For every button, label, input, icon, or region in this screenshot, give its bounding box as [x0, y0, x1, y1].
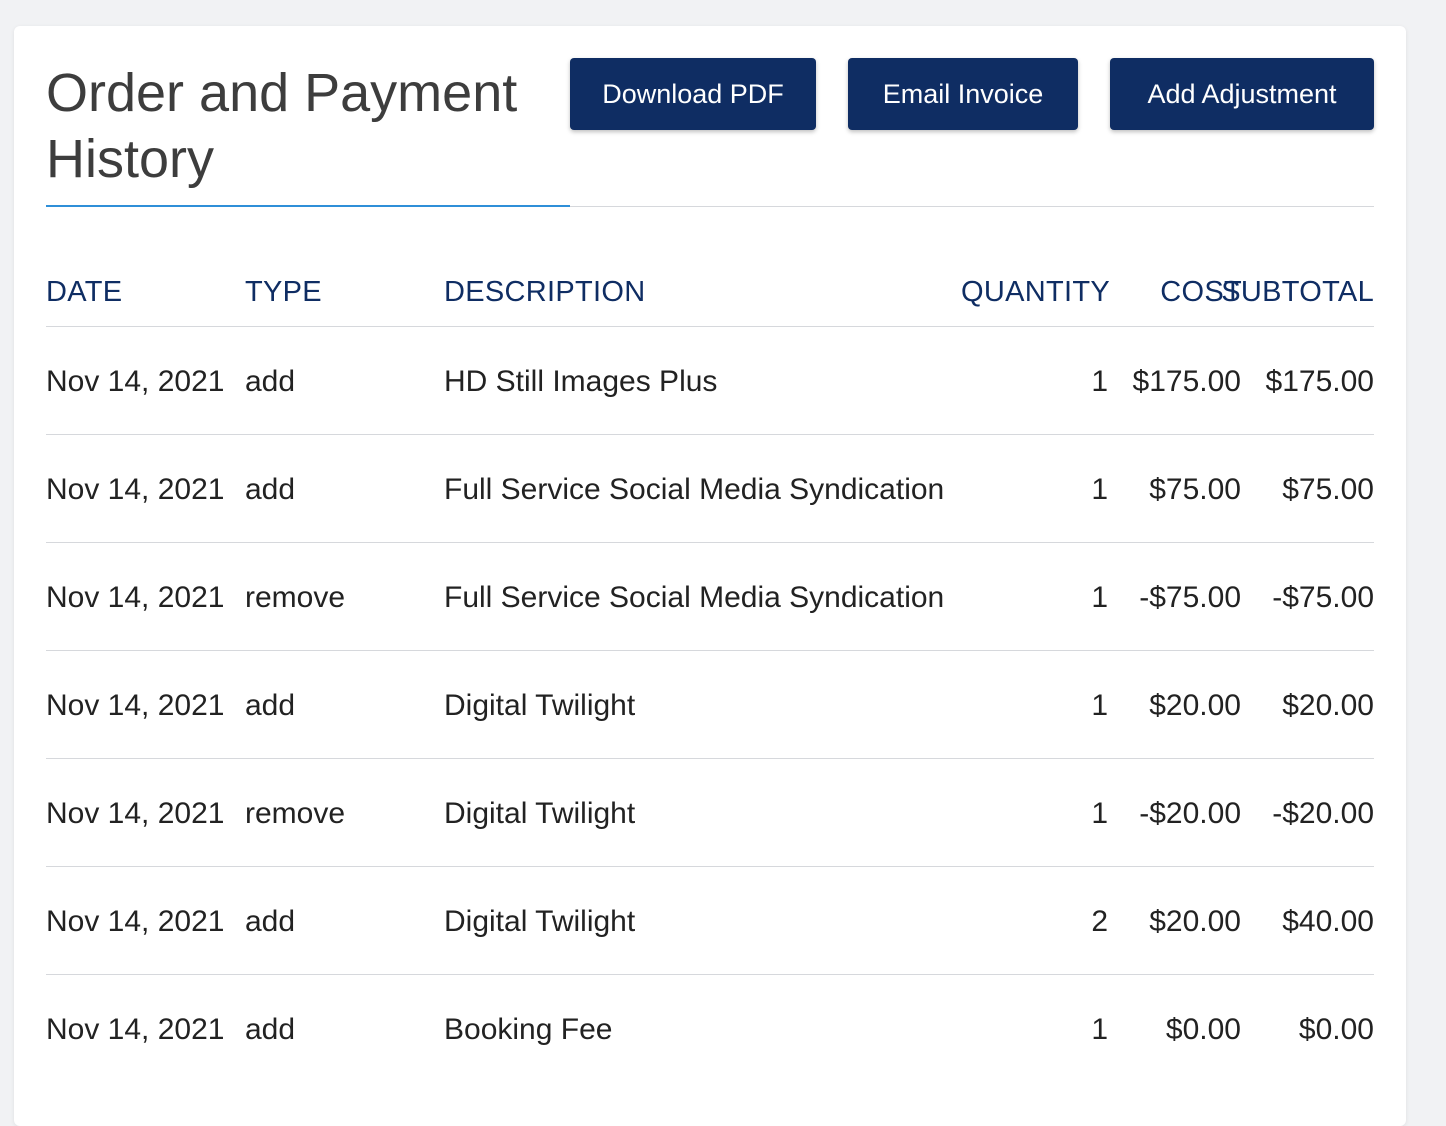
cell-type: add [245, 365, 296, 398]
cell-type: add [245, 1013, 296, 1046]
cell-description: Digital Twilight [444, 905, 636, 938]
email-invoice-button[interactable]: Email Invoice [848, 58, 1078, 130]
column-header-description[interactable]: DESCRIPTION [444, 276, 646, 309]
cell-quantity: 1 [1091, 365, 1108, 398]
cell-subtotal: $75.00 [1282, 473, 1374, 506]
cell-description: Digital Twilight [444, 689, 636, 722]
cell-quantity: 1 [1091, 581, 1108, 614]
cell-cost: -$75.00 [1139, 581, 1241, 614]
cell-type: remove [245, 581, 346, 614]
column-header-date[interactable]: DATE [46, 276, 122, 309]
cell-subtotal: -$75.00 [1272, 581, 1374, 614]
cell-date: Nov 14, 2021 [46, 689, 225, 722]
cell-date: Nov 14, 2021 [46, 797, 225, 830]
table-row: Nov 14, 2021 add Booking Fee 1 $0.00 $0.… [46, 975, 1374, 1082]
cell-description: Booking Fee [444, 1013, 613, 1046]
cell-subtotal: $40.00 [1282, 905, 1374, 938]
cell-type: add [245, 689, 296, 722]
title-underline [46, 205, 570, 207]
cell-date: Nov 14, 2021 [46, 905, 225, 938]
cell-date: Nov 14, 2021 [46, 1013, 225, 1046]
table-row: Nov 14, 2021 remove Full Service Social … [46, 543, 1374, 651]
order-history-card: Order and Payment History Download PDF E… [14, 26, 1406, 1126]
table-row: Nov 14, 2021 remove Digital Twilight 1 -… [46, 759, 1374, 867]
cell-subtotal: $175.00 [1265, 365, 1374, 398]
order-history-table: DATE TYPE DESCRIPTION QUANTITY COST SUBT… [46, 266, 1374, 1082]
add-adjustment-button[interactable]: Add Adjustment [1110, 58, 1374, 130]
cell-cost: $175.00 [1132, 365, 1241, 398]
download-pdf-button[interactable]: Download PDF [570, 58, 816, 130]
cell-subtotal: -$20.00 [1272, 797, 1374, 830]
cell-date: Nov 14, 2021 [46, 365, 225, 398]
cell-description: Digital Twilight [444, 797, 636, 830]
column-header-quantity[interactable]: QUANTITY [961, 276, 1110, 309]
cell-subtotal: $0.00 [1298, 1013, 1374, 1046]
column-header-type[interactable]: TYPE [245, 276, 322, 309]
cell-cost: $20.00 [1149, 689, 1241, 722]
cell-subtotal: $20.00 [1282, 689, 1374, 722]
cell-cost: $0.00 [1165, 1013, 1241, 1046]
cell-quantity: 1 [1091, 689, 1108, 722]
cell-quantity: 1 [1091, 473, 1108, 506]
cell-cost: -$20.00 [1139, 797, 1241, 830]
cell-quantity: 1 [1091, 1013, 1108, 1046]
table-row: Nov 14, 2021 add Full Service Social Med… [46, 435, 1374, 543]
cell-description: HD Still Images Plus [444, 365, 718, 398]
cell-description: Full Service Social Media Syndication [444, 581, 945, 614]
cell-quantity: 2 [1091, 905, 1108, 938]
cell-date: Nov 14, 2021 [46, 473, 225, 506]
cell-quantity: 1 [1091, 797, 1108, 830]
table-row: Nov 14, 2021 add Digital Twilight 1 $20.… [46, 651, 1374, 759]
cell-type: add [245, 473, 296, 506]
table-header: DATE TYPE DESCRIPTION QUANTITY COST SUBT… [46, 266, 1374, 327]
cell-description: Full Service Social Media Syndication [444, 473, 945, 506]
table-row: Nov 14, 2021 add HD Still Images Plus 1 … [46, 327, 1374, 435]
column-header-subtotal[interactable]: SUBTOTAL [1221, 276, 1374, 309]
cell-cost: $75.00 [1149, 473, 1241, 506]
cell-cost: $20.00 [1149, 905, 1241, 938]
page-title: Order and Payment History [46, 63, 518, 189]
cell-date: Nov 14, 2021 [46, 581, 225, 614]
cell-type: remove [245, 797, 346, 830]
table-row: Nov 14, 2021 add Digital Twilight 2 $20.… [46, 867, 1374, 975]
cell-type: add [245, 905, 296, 938]
